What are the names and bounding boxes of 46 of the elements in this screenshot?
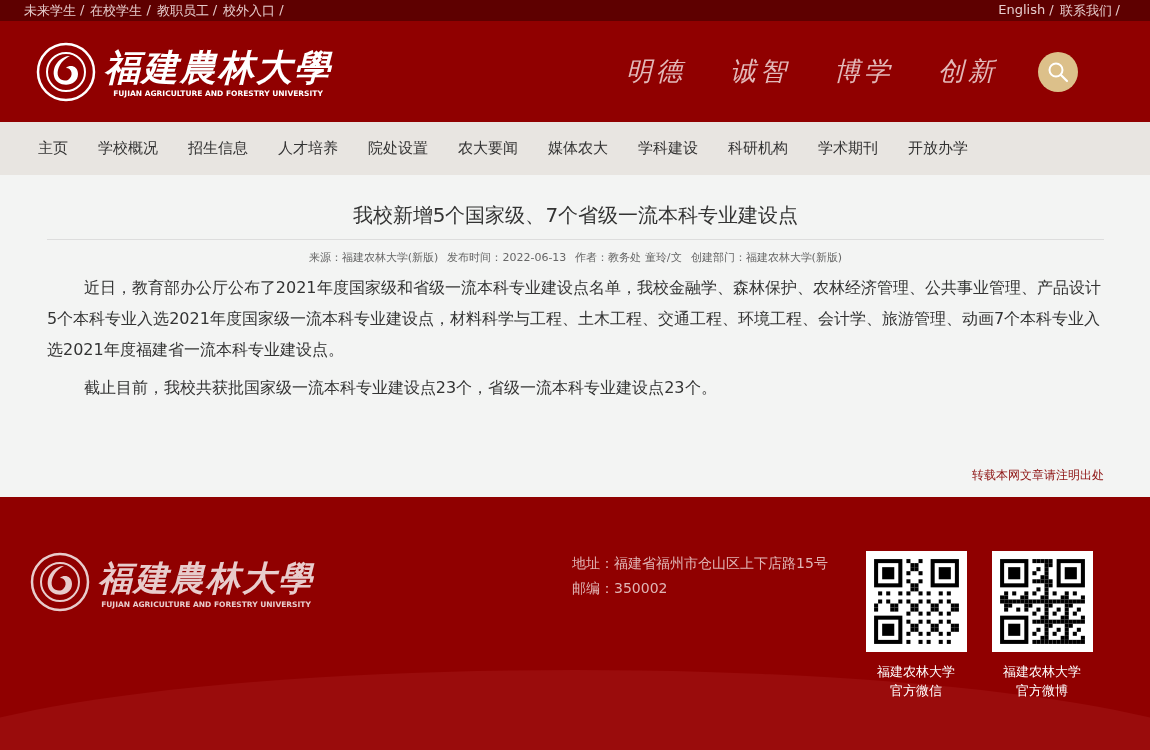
copyright-notice: 转载本网文章请注明出处 [972,467,1104,484]
article-paragraph: 近日，教育部办公厅公布了2021年度国家级和省级一流本科专业建设点名单，我校金融学、森林保护、农林经济管理、公共事业管理、产品设计5个本科专业入选2021年度国家级一流本科专业建设点，材料科学与工程、土木工程、交通工程、环境工程、会计学、旅游管理、动画7个本科专业入选2021年度福建省一流本科专业建设点。 [47,277,1102,361]
article-meta: 发布时间：2022-06-13 [447,250,567,265]
nav-link[interactable]: 学术期刊 [818,139,878,158]
logo-title: 福建農林大學 [104,45,332,89]
nav-link[interactable]: 学科建设 [638,139,698,158]
top-link[interactable]: 校外入口 [223,1,276,20]
top-link[interactable]: 联系我们 [1059,1,1112,20]
nav-link[interactable]: 主页 [38,139,68,158]
logo-title: 福建農林大學 [98,556,314,600]
qr-caption: 官方微博 [1015,682,1070,700]
top-link[interactable]: 未来学生 [24,1,76,20]
nav-link[interactable]: 科研机构 [728,139,788,158]
motto-text: 诚智 [730,55,790,88]
motto-text: 创新 [938,55,998,88]
motto-text: 明德 [626,55,686,88]
separator: / [146,1,151,19]
separator: / [80,1,85,19]
address-text: 邮编：350002 [572,579,669,598]
nav-link[interactable]: 院处设置 [368,139,428,158]
separator: / [279,1,284,19]
separator: / [1049,1,1054,19]
top-link[interactable]: English [998,1,1046,20]
search-button[interactable] [1038,51,1078,92]
nav-link[interactable]: 农大要闻 [458,139,518,158]
article-title: 我校新增5个国家级、7个省级一流本科专业建设点 [47,202,1104,240]
emblem-icon [36,41,96,102]
top-link[interactable]: 在校学生 [90,1,143,20]
separator: / [1115,1,1120,19]
motto-text: 博学 [834,55,894,88]
nav-link[interactable]: 招生信息 [188,139,248,158]
nav-link[interactable]: 媒体农大 [548,139,608,158]
article-meta: 来源：福建农林大学(新版) [308,250,439,265]
separator: / [212,1,218,19]
article-meta: 作者：教务处 童玲/文 [575,250,682,265]
qr-caption: 官方微信 [889,682,944,700]
qr-caption: 福建农林大学 [877,663,956,681]
qr-caption: 福建农林大学 [1003,663,1082,681]
top-link[interactable]: 教职员工 [156,1,209,20]
article-meta: 创建部门：福建农林大学(新版) [690,250,843,265]
nav-link[interactable]: 人才培养 [278,139,338,158]
nav-link[interactable]: 开放办学 [908,139,968,158]
nav-link[interactable]: 学校概况 [98,139,158,158]
article-paragraph: 截止目前，我校共获批国家级一流本科专业建设点23个，省级一流本科专业建设点23个。 [82,377,718,399]
emblem-icon [30,552,90,612]
address-text: 地址：福建省福州市仓山区上下店路15号 [572,554,828,573]
